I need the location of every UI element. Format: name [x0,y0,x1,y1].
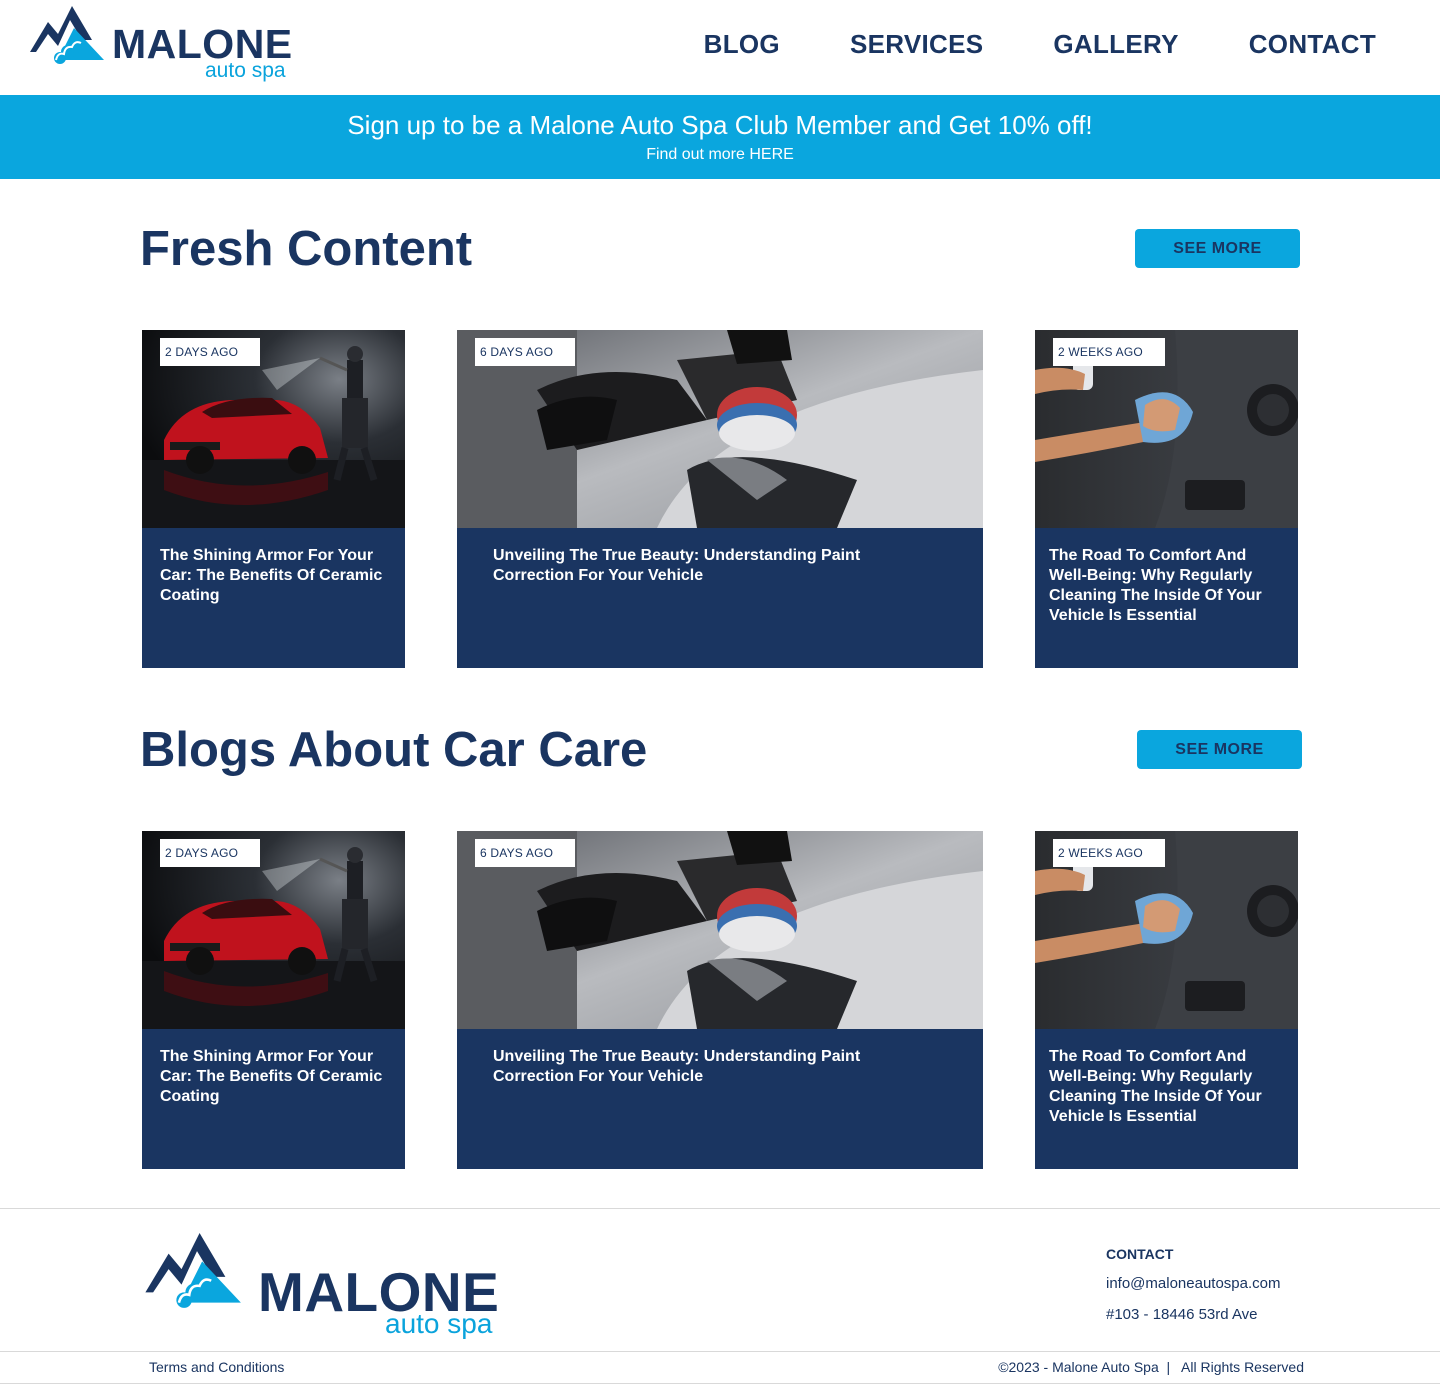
copyright-text: ©2023 - Malone Auto Spa | All Rights Res… [998,1359,1304,1375]
card-title[interactable]: The Shining Armor For Your Car: The Bene… [160,1047,387,1107]
blog-card[interactable]: 2 WEEKS AGO The Road To Comfort And Well… [1035,831,1298,1169]
date-badge: 6 DAYS AGO [475,338,576,366]
promo-headline: Sign up to be a Malone Auto Spa Club Mem… [347,110,1093,140]
blog-card[interactable]: 2 DAYS AGO The Shining Armor For Your Ca… [142,330,405,668]
footer-logo[interactable]: MALONE auto spa [145,1233,515,1341]
blog-card[interactable]: 2 DAYS AGO The Shining Armor For Your Ca… [142,831,405,1169]
footer-divider [0,1208,1440,1209]
nav-contact[interactable]: CONTACT [1249,28,1376,60]
card-title[interactable]: The Road To Comfort And Well-Being: Why … [1049,546,1284,626]
footer-brand-sub: auto spa [385,1308,493,1339]
promo-banner[interactable]: Sign up to be a Malone Auto Spa Club Mem… [0,95,1440,179]
mountain-logo-icon [145,1233,241,1308]
brand-sub: auto spa [205,59,286,82]
contact-address: #103 - 18446 53rd Ave [1106,1306,1258,1323]
blog-card[interactable]: 6 DAYS AGO Unveiling The True Beauty: Un… [457,330,983,668]
site-header: MALONE auto spa BLOG SERVICES GALLERY CO… [0,0,1440,95]
terms-link[interactable]: Terms and Conditions [149,1359,284,1375]
main-nav: BLOG SERVICES GALLERY CONTACT [704,28,1376,60]
footer-bottom-divider [0,1351,1440,1352]
date-badge: 2 WEEKS AGO [1053,338,1165,366]
contact-heading: CONTACT [1106,1246,1174,1262]
blog-card[interactable]: 6 DAYS AGO Unveiling The True Beauty: Un… [457,831,983,1169]
blog-card[interactable]: 2 WEEKS AGO The Road To Comfort And Well… [1035,330,1298,668]
promo-link[interactable]: Find out more HERE [0,145,1440,165]
card-title[interactable]: Unveiling The True Beauty: Understanding… [493,546,923,586]
date-badge: 2 WEEKS AGO [1053,839,1165,867]
section-title-fresh-content: Fresh Content [140,222,473,276]
see-more-button[interactable]: SEE MORE [1137,730,1302,769]
mountain-logo-icon [30,6,104,64]
date-badge: 6 DAYS AGO [475,839,576,867]
card-title[interactable]: The Shining Armor For Your Car: The Bene… [160,546,387,606]
header-logo[interactable]: MALONE auto spa [30,6,300,84]
see-more-button[interactable]: SEE MORE [1135,229,1300,268]
date-badge: 2 DAYS AGO [160,338,261,366]
contact-email[interactable]: info@maloneautospa.com [1106,1274,1281,1293]
footer-end-divider [0,1383,1440,1384]
date-badge: 2 DAYS AGO [160,839,261,867]
nav-services[interactable]: SERVICES [850,28,983,60]
card-title[interactable]: Unveiling The True Beauty: Understanding… [493,1047,923,1087]
nav-blog[interactable]: BLOG [704,28,780,60]
section-title-blogs-car-care: Blogs About Car Care [140,723,648,777]
card-title[interactable]: The Road To Comfort And Well-Being: Why … [1049,1047,1284,1127]
footer-contact: CONTACT info@maloneautospa.com #103 - 18… [1106,1246,1281,1324]
nav-gallery[interactable]: GALLERY [1053,28,1178,60]
